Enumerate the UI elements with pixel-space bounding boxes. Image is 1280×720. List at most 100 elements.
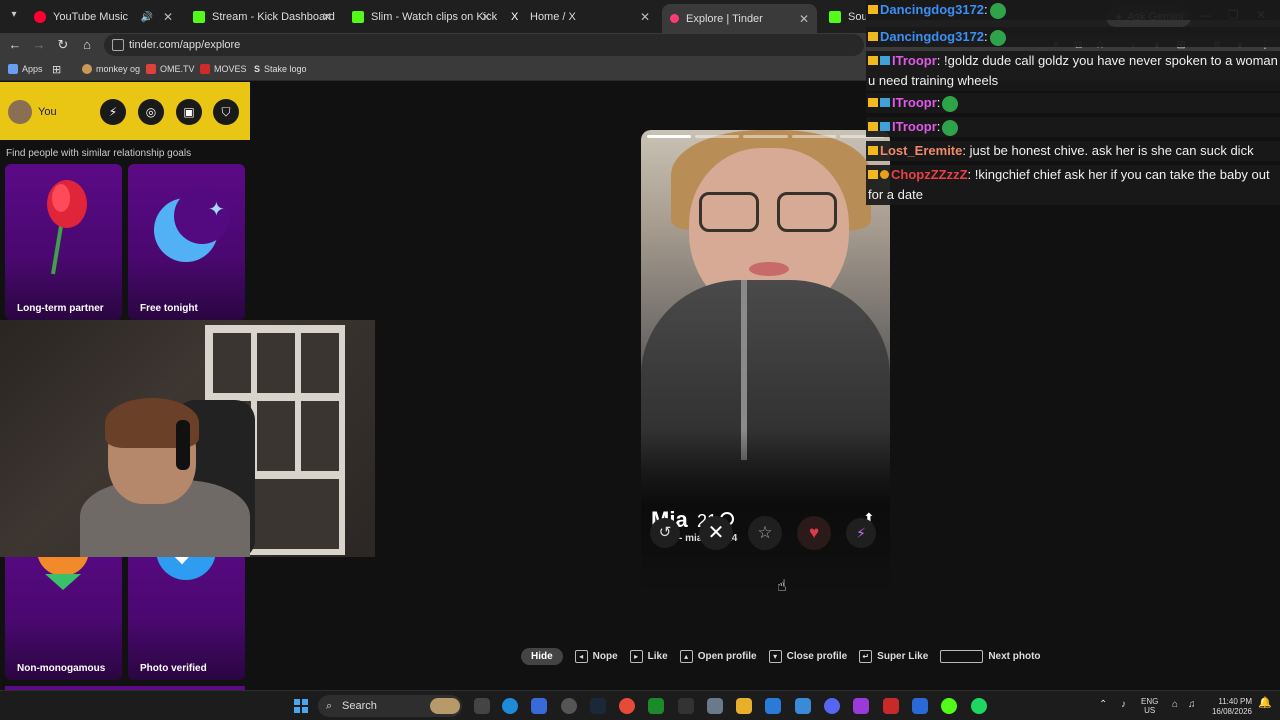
bookmark-moves[interactable]: MOVES: [200, 62, 247, 76]
like-button[interactable]: ♥: [797, 516, 831, 550]
terminal-icon[interactable]: [912, 698, 928, 714]
home-icon[interactable]: ⌂: [79, 37, 95, 53]
chat-username[interactable]: Dancingdog3172: [880, 29, 984, 44]
bookmark-monkey[interactable]: monkey og: [82, 62, 140, 76]
file-explorer-icon[interactable]: [736, 698, 752, 714]
photo-progress-segment: [647, 135, 692, 138]
app-icon[interactable]: [561, 698, 577, 714]
bookmark-ometv[interactable]: OME.TV: [146, 62, 195, 76]
search-icon: ⌕: [326, 700, 333, 712]
bookmark-stake[interactable]: S Stake logo: [254, 62, 307, 76]
close-icon[interactable]: ✕: [481, 10, 491, 24]
goal-label: Free tonight: [140, 303, 198, 314]
tray-app-icon[interactable]: ♪: [1121, 700, 1126, 710]
tab-youtube-music[interactable]: YouTube Music 🔊 ✕: [26, 6, 181, 28]
shield-icon[interactable]: ⛉: [213, 99, 239, 125]
hide-shortcuts-button[interactable]: Hide: [521, 647, 563, 665]
stake-icon: S: [254, 64, 261, 74]
chrome-icon[interactable]: [619, 698, 635, 714]
youtube-music-icon: [34, 11, 46, 23]
close-icon[interactable]: ✕: [799, 12, 809, 26]
ometv-icon: [146, 64, 156, 74]
close-icon[interactable]: ✕: [163, 10, 173, 24]
rewind-icon: ↺: [658, 524, 672, 541]
x-icon: ✕: [707, 522, 725, 544]
chat-username[interactable]: Lost_Eremite: [880, 143, 962, 158]
chat-username[interactable]: ChopzZZzzZ: [891, 167, 968, 182]
app-icon[interactable]: [795, 698, 811, 714]
close-icon[interactable]: ✕: [640, 10, 650, 24]
shortcut-label: Super Like: [877, 650, 929, 662]
tab-label: YouTube Music: [53, 11, 129, 23]
sub-badge-icon: [880, 98, 890, 107]
rewind-button[interactable]: ↺: [650, 518, 680, 548]
start-windows-icon[interactable]: [294, 699, 308, 713]
site-info-icon[interactable]: [112, 39, 124, 51]
lightning-icon: ⚡: [856, 525, 866, 541]
back-icon[interactable]: ←: [7, 37, 23, 53]
explore-compass-icon[interactable]: ◎: [138, 99, 164, 125]
close-icon[interactable]: ✕: [322, 10, 332, 24]
briefcase-icon[interactable]: ▣: [176, 99, 202, 125]
speaker-icon[interactable]: 🔊: [141, 12, 153, 23]
goal-card-long-term[interactable]: Long-term partner: [5, 164, 122, 320]
crown-badge-icon: [868, 32, 878, 41]
language-indicator[interactable]: ENG US: [1141, 697, 1158, 715]
store-icon[interactable]: [765, 698, 781, 714]
steam-icon[interactable]: [590, 698, 606, 714]
tab-tinder[interactable]: Explore | Tinder ✕: [662, 4, 817, 33]
goal-label: Long-term partner: [17, 303, 104, 314]
chat-username[interactable]: ITroopr: [892, 95, 937, 110]
chat-message: ITroopr:: [866, 117, 1280, 137]
tab-sound[interactable]: Sound: [821, 6, 866, 28]
task-view-icon[interactable]: [474, 698, 490, 714]
xbox-icon[interactable]: [648, 698, 664, 714]
shortcut-label: Like: [647, 650, 668, 662]
app-icon[interactable]: [531, 698, 547, 714]
reload-icon[interactable]: ↻: [55, 37, 71, 53]
tab-x-home[interactable]: X Home / X ✕: [503, 6, 658, 28]
boost-button[interactable]: ⚡: [846, 518, 876, 548]
notifications-icon[interactable]: 🔔: [1258, 698, 1272, 709]
photo-glasses: [777, 192, 837, 232]
spotify-icon[interactable]: [971, 698, 987, 714]
clock[interactable]: 11:40 PM 16/08/2026: [1206, 697, 1252, 717]
goal-card-free-tonight[interactable]: ✦ Free tonight: [128, 164, 245, 320]
profile-label[interactable]: You: [38, 106, 57, 118]
super-like-button[interactable]: ☆: [748, 516, 782, 550]
app-icon[interactable]: [853, 698, 869, 714]
shortcut-open-profile: ▴ Open profile: [679, 649, 757, 663]
chat-username[interactable]: ITroopr: [892, 119, 937, 134]
network-icon[interactable]: ⌂: [1172, 700, 1178, 710]
bookmark-grid[interactable]: ⊞: [52, 62, 61, 76]
down-key-icon: ▾: [768, 649, 782, 663]
bookmark-apps[interactable]: Apps: [8, 62, 43, 76]
crown-badge-icon: [868, 122, 878, 131]
app-icon[interactable]: [678, 698, 694, 714]
chat-username[interactable]: ITroopr: [892, 53, 937, 68]
tab-kick-clips[interactable]: Slim - Watch clips on Kick ✕: [344, 6, 499, 28]
tab-kick-dashboard[interactable]: Stream - Kick Dashboard ✕: [185, 6, 340, 28]
kick-icon[interactable]: [941, 698, 957, 714]
goals-title: Find people with similar relationship go…: [6, 148, 192, 159]
forward-icon[interactable]: →: [31, 37, 47, 53]
voicemod-icon[interactable]: [883, 698, 899, 714]
taskbar-search[interactable]: ⌕ Search: [318, 695, 462, 717]
avatar[interactable]: [8, 100, 32, 124]
discord-icon[interactable]: [824, 698, 840, 714]
settings-icon[interactable]: [707, 698, 723, 714]
boost-icon[interactable]: ⚡: [100, 99, 126, 125]
photo-progress-segment: [791, 135, 836, 138]
shortcut-like: ▸ Like: [629, 649, 668, 663]
edge-icon[interactable]: [502, 698, 518, 714]
nope-button[interactable]: ✕: [699, 516, 733, 550]
shortcut-label: Close profile: [786, 650, 848, 662]
address-bar[interactable]: tinder.com/app/explore: [104, 34, 864, 56]
tab-search-icon[interactable]: ▾: [6, 9, 22, 25]
volume-icon[interactable]: ♫: [1188, 700, 1196, 710]
stream-chat-overlay: Dancingdog3172: Dancingdog3172: ITroopr: !…: [866, 0, 1280, 214]
emote-icon: [942, 119, 959, 136]
date-text: 16/08/2026: [1211, 707, 1252, 716]
chat-username[interactable]: Dancingdog3172: [880, 2, 984, 17]
tray-chevron-icon[interactable]: ⌃: [1099, 700, 1107, 710]
